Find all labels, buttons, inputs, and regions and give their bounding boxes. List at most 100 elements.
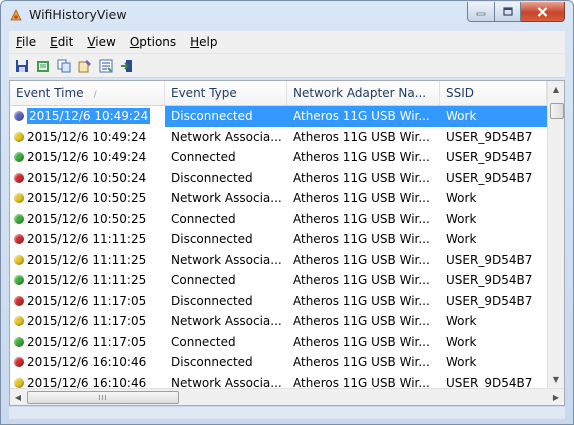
cell-ssid: Work [446,334,477,349]
table-row[interactable]: 2015/12/6 11:11:25 Connected Atheros 11G U… [10,270,547,291]
close-icon [537,6,548,17]
menu-options[interactable]: Options [123,35,183,49]
cell-network-adapter: Atheros 11G USB Wir... [293,293,430,308]
cell-network-adapter: Atheros 11G USB Wir... [293,129,430,144]
save-icon[interactable] [13,57,31,75]
status-blue-dot-icon [14,111,24,122]
table-row[interactable]: 2015/12/6 11:17:05 Connected Atheros 11G U… [10,332,547,353]
wifi-app-icon [9,8,23,22]
menu-edit[interactable]: Edit [43,35,80,49]
column-header-network-adapter[interactable]: Network Adapter Na... [287,81,440,105]
cell-event-time: 2015/12/6 10:49:24 [10,147,165,168]
column-header-ssid[interactable]: SSID [440,81,547,105]
html-report-icon[interactable] [34,57,52,75]
cell-event-type: Connected [171,334,236,349]
menu-view-label: iew [95,35,116,49]
cell-network-adapter: Atheros 11G USB Wir... [293,252,430,267]
table-row[interactable]: 2015/12/6 11:17:05 Network Associa... Athe… [10,311,547,332]
cell-network-adapter: Atheros 11G USB Wir... [293,170,430,185]
sort-indicator-icon: / [93,90,97,100]
event-time-text: 2015/12/6 11:17:05 [27,334,147,349]
column-header-event-type[interactable]: Event Type [165,81,287,105]
copy-icon[interactable] [55,57,73,75]
minimize-button[interactable] [467,2,495,22]
exit-icon[interactable] [118,57,136,75]
cell-event-type: Network Associa... [171,314,282,329]
options-icon[interactable] [97,57,115,75]
cell-ssid: Work [446,314,477,329]
menu-file[interactable]: File [9,35,43,49]
column-header-label: Network Adapter Na... [293,86,427,100]
cell-network-adapter: Atheros 11G USB Wir... [293,314,430,329]
table-row[interactable]: 2015/12/6 16:10:46 Disconnected Atheros 11… [10,352,547,373]
menu-options-label: ptions [139,35,177,49]
scroll-left-arrow-icon[interactable]: ◀ [10,389,26,405]
menu-file-label: ile [22,35,37,49]
cell-ssid: Work [446,355,477,370]
table-row[interactable]: 2015/12/6 10:49:24 Disconnected Atheros 11… [10,106,547,127]
vertical-scroll-thumb[interactable] [550,103,564,119]
menu-help-label: elp [199,35,218,49]
properties-icon[interactable] [76,57,94,75]
menu-options-accel: O [129,35,140,49]
table-row[interactable]: 2015/12/6 10:50:24 Disconnected Atheros 11… [10,168,547,189]
menu-view[interactable]: View [80,35,122,49]
cell-network-adapter: Atheros 11G USB Wir... [293,191,430,206]
status-yellow-dot-icon [14,193,24,204]
minimize-icon [476,12,486,15]
status-green-dot-icon [14,213,24,224]
table-row[interactable]: 2015/12/6 11:17:05 Disconnected Atheros 11… [10,291,547,312]
cell-network-adapter: Atheros 11G USB Wir... [293,273,430,288]
event-time-text: 2015/12/6 10:49:24 [25,107,152,126]
column-header-event-time[interactable]: Event Time / [10,81,165,105]
cell-event-time: 2015/12/6 11:17:05 [10,291,165,312]
title-bar[interactable]: WifiHistoryView [1,1,573,29]
horizontal-scroll-thumb[interactable]: III [27,391,179,404]
scroll-right-arrow-icon[interactable]: ▶ [548,389,564,405]
cell-ssid: Work [446,191,477,206]
cell-event-time: 2015/12/6 10:49:24 [10,127,165,148]
status-red-dot-icon [14,172,24,183]
scroll-thumb-grip: III [98,393,108,402]
menu-help[interactable]: Help [183,35,224,49]
list-rows: 2015/12/6 10:49:24 Disconnected Atheros 11… [10,106,547,393]
close-button[interactable] [521,2,565,22]
cell-event-time: 2015/12/6 10:50:24 [10,168,165,189]
cell-event-time: 2015/12/6 11:11:25 [10,229,165,250]
maximize-button[interactable] [495,2,521,22]
event-list[interactable]: Event Time / Event Type Network Adapter N… [9,80,565,406]
cell-event-time: 2015/12/6 10:50:25 [10,209,165,230]
cell-ssid: USER_9D54B7 [446,273,533,288]
status-green-dot-icon [14,336,24,347]
table-row[interactable]: 2015/12/6 11:11:25 Network Associa... Athe… [10,250,547,271]
menu-edit-label: dit [57,35,74,49]
horizontal-scrollbar[interactable]: ◀ III ▶ [10,388,564,405]
status-green-dot-icon [14,152,24,163]
event-time-text: 2015/12/6 11:11:25 [27,232,147,247]
cell-event-type: Disconnected [171,170,253,185]
cell-event-time: 2015/12/6 11:11:25 [10,250,165,271]
event-time-text: 2015/12/6 11:17:05 [27,293,147,308]
status-yellow-dot-icon [14,131,24,142]
cell-event-type: Network Associa... [171,252,282,267]
vertical-scrollbar[interactable]: ▲ ▼ [547,81,564,388]
maximize-icon [502,7,513,16]
table-row[interactable]: 2015/12/6 11:11:25 Disconnected Atheros 11… [10,229,547,250]
table-row[interactable]: 2015/12/6 10:49:24 Connected Atheros 11G U… [10,147,547,168]
cell-event-type: Disconnected [165,106,287,127]
table-row[interactable]: 2015/12/6 10:50:25 Connected Atheros 11G U… [10,209,547,230]
status-bar [9,407,565,419]
menu-edit-accel: E [50,35,58,49]
scroll-down-arrow-icon[interactable]: ▼ [548,371,564,388]
menu-help-accel: H [190,35,200,49]
list-header: Event Time / Event Type Network Adapter N… [10,81,547,106]
cell-event-time: 2015/12/6 10:50:25 [10,188,165,209]
table-row[interactable]: 2015/12/6 10:50:25 Network Associa... Athe… [10,188,547,209]
menu-bar: File Edit View Options Help [9,31,565,54]
cell-event-type: Connected [171,150,236,165]
scroll-up-arrow-icon[interactable]: ▲ [548,81,564,98]
cell-ssid: USER_9D54B7 [446,293,533,308]
cell-event-time: 2015/12/6 11:17:05 [10,311,165,332]
table-row[interactable]: 2015/12/6 10:49:24 Network Associa... Athe… [10,127,547,148]
event-time-text: 2015/12/6 10:50:24 [27,170,147,185]
